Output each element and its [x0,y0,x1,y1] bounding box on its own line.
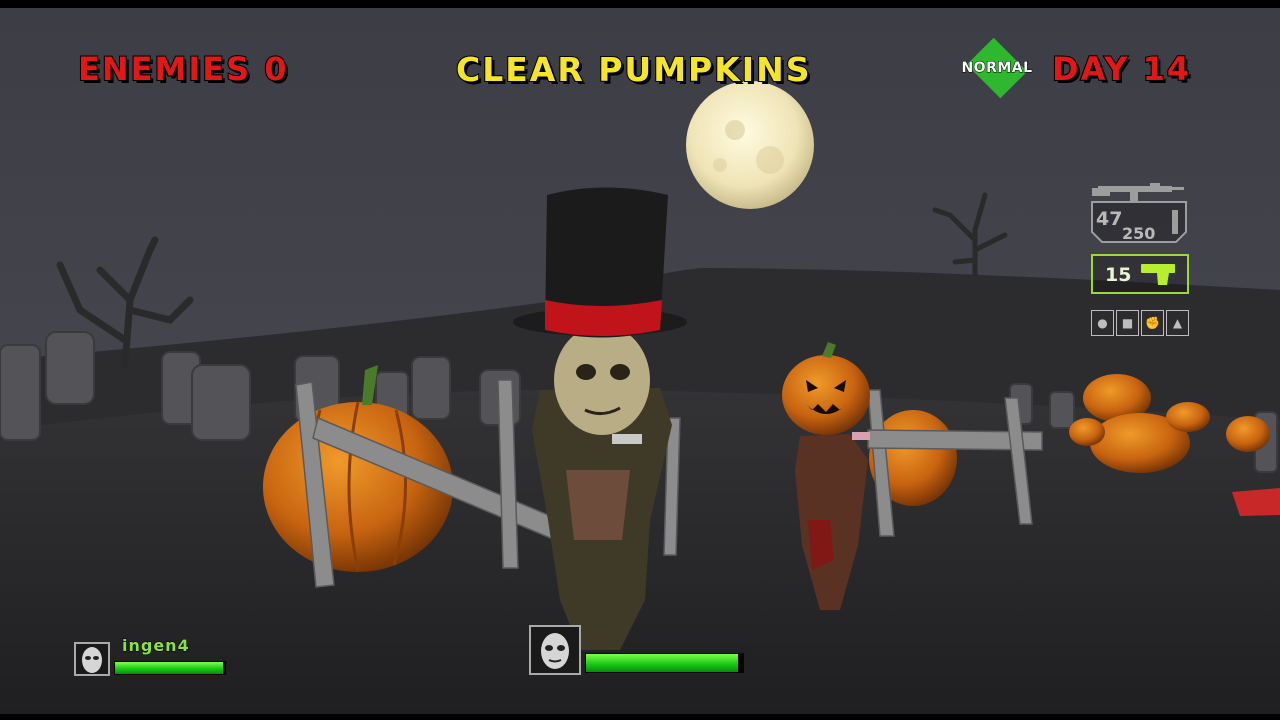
moon [686,81,814,209]
magazine-icon [1172,210,1178,234]
player1-health-fill [586,654,739,672]
pistol-ammo: 15 [1105,264,1132,286]
grenade-icon: ● [1091,310,1114,336]
reserve-ammo: 250 [1122,224,1156,243]
difficulty-badge: NORMAL [958,37,1036,99]
assault-rifle-icon [1092,183,1184,202]
clip-ammo: 47 [1096,208,1123,230]
player2-avatar [74,642,110,676]
difficulty-label: NORMAL [961,60,1033,77]
primary-weapon-panel: 47 250 [1090,180,1188,246]
secondary-weapon-panel: 15 [1091,254,1189,294]
item-slots: ● ■ ✊ ▲ [1091,310,1189,336]
boot-icon: ▲ [1166,310,1189,336]
enemies-counter: ENEMIES 0 [77,49,289,89]
graveyard-scene [0,0,1280,720]
player2-name: ingen4 [122,636,190,656]
fist-icon: ✊ [1141,310,1164,336]
player1-avatar [529,625,581,675]
objective-text: CLEAR PUMPKINS [455,49,812,90]
player2-health-bar [112,659,231,677]
player1-health-bar [583,651,749,675]
item-icon: ■ [1116,310,1139,336]
pistol-icon [1141,264,1175,285]
day-counter: DAY 14 [1051,49,1192,89]
player2-health-fill [115,662,223,674]
